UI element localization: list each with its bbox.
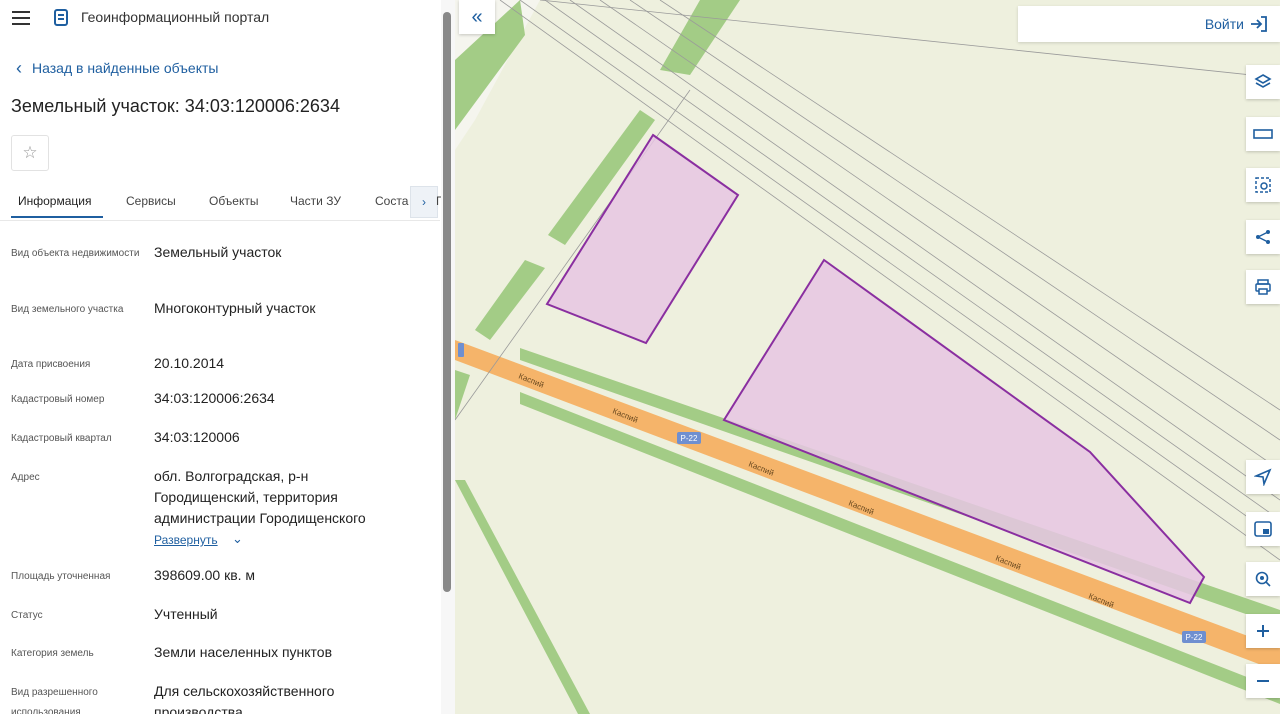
locate-icon[interactable] <box>1246 460 1280 494</box>
info-panel: Геоинформационный портал ‹ Назад в найде… <box>0 0 455 714</box>
login-bar: Войти <box>1018 6 1280 42</box>
login-icon <box>1251 16 1267 32</box>
chevron-left-icon: ‹ <box>16 58 22 78</box>
login-button[interactable]: Войти <box>1205 16 1268 32</box>
road-shield-text: Р-22 <box>1186 633 1203 642</box>
tab-services[interactable]: Сервисы <box>126 194 176 208</box>
tabs-scroll-right-icon[interactable]: › <box>410 186 438 218</box>
portal-title: Геоинформационный портал <box>81 9 270 25</box>
field-value: 20.10.2014 <box>154 355 225 371</box>
field-label: Вид разрешенного использования <box>11 687 98 714</box>
address-value: обл. Волгоградская, р-н Городищенский, т… <box>154 468 366 526</box>
field-label: Вид объекта недвижимости <box>11 248 140 259</box>
search-location-icon[interactable] <box>1246 562 1280 596</box>
field-value: Земли населенных пунктов <box>154 644 333 660</box>
page-title: Земельный участок: 34:03:120006:2634 <box>11 96 340 116</box>
field-label: Кадастровый квартал <box>11 433 112 444</box>
tab-composition[interactable]: Соста <box>375 194 408 208</box>
menu-icon[interactable] <box>12 11 30 25</box>
ruler-icon[interactable] <box>1246 117 1280 151</box>
top-bar: Геоинформационный портал <box>0 0 440 36</box>
double-chevron-left-icon[interactable]: « <box>459 0 495 34</box>
tab-objects[interactable]: Объекты <box>209 194 259 208</box>
chevron-down-icon[interactable]: ⌄ <box>232 531 243 547</box>
print-icon[interactable] <box>1246 270 1280 304</box>
back-link-label: Назад в найденные объекты <box>32 60 219 76</box>
select-area-icon[interactable] <box>1246 168 1280 202</box>
zoom-out-icon[interactable] <box>1246 664 1280 698</box>
field-value: Земельный участок <box>154 244 282 260</box>
minimap-icon[interactable] <box>1246 512 1280 546</box>
field-label: Площадь уточненная <box>11 571 111 582</box>
field-label: Кадастровый номер <box>11 394 105 405</box>
expand-link[interactable]: Развернуть <box>154 533 218 547</box>
scrollbar-thumb[interactable] <box>443 12 451 592</box>
back-link[interactable]: ‹ Назад в найденные объекты <box>16 58 219 78</box>
field-value: 34:03:120006 <box>154 429 240 445</box>
zoom-in-icon[interactable] <box>1246 614 1280 648</box>
portal-logo-icon <box>54 9 68 26</box>
layers-icon[interactable] <box>1246 65 1280 99</box>
map-canvas[interactable]: Р-22 Р-22 Каспий Каспий Каспий Каспий Ка… <box>455 0 1280 714</box>
road-shield-edge <box>458 343 464 357</box>
field-value: Для сельскохозяйственного производства <box>154 683 335 714</box>
field-label: Категория земель <box>11 648 94 659</box>
active-tab-indicator <box>11 216 103 218</box>
field-value: Многоконтурный участок <box>154 300 316 316</box>
field-value: Учтенный <box>154 606 218 622</box>
field-value: 34:03:120006:2634 <box>154 390 275 406</box>
field-label: Адрес <box>11 472 40 483</box>
field-label: Вид земельного участка <box>11 304 124 315</box>
tab-bar: Информация Сервисы Объекты Части ЗУ Сост… <box>0 186 445 221</box>
field-value: 398609.00 кв. м <box>154 567 256 583</box>
map-drawing: Р-22 Р-22 Каспий Каспий Каспий Каспий Ка… <box>455 0 1280 714</box>
field-label: Дата присвоения <box>11 359 91 370</box>
tab-info[interactable]: Информация <box>18 194 91 208</box>
tab-parts[interactable]: Части ЗУ <box>290 194 341 208</box>
share-icon[interactable] <box>1246 220 1280 254</box>
favorite-star-icon[interactable]: ☆ <box>11 135 49 171</box>
road-shield-text: Р-22 <box>681 434 698 443</box>
field-label: Статус <box>11 610 43 621</box>
login-label: Войти <box>1204 16 1244 32</box>
